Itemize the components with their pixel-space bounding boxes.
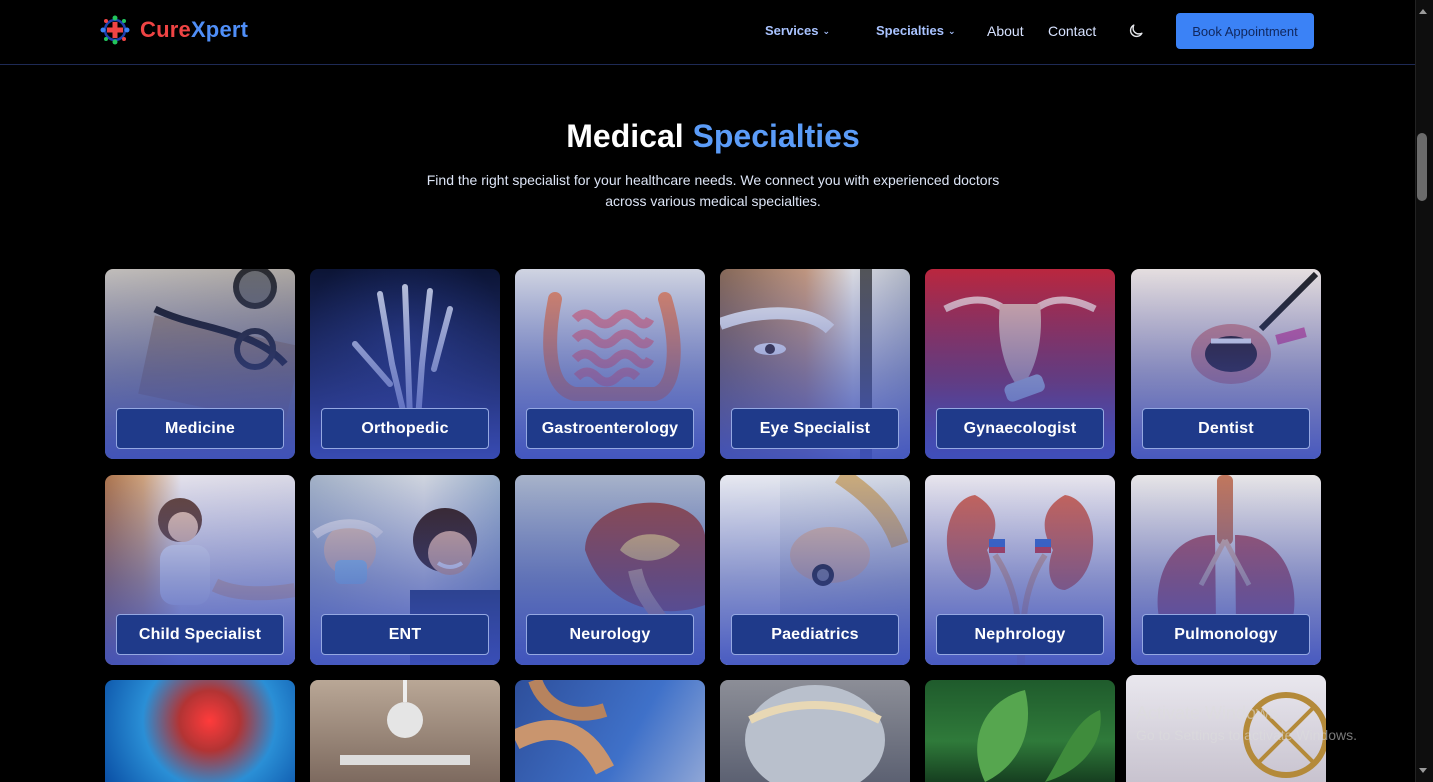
nav-about-link[interactable]: About: [987, 23, 1024, 39]
os-watermark-subtitle: Go to Settings to activate Windows.: [1136, 727, 1357, 743]
book-appointment-button[interactable]: Book Appointment: [1176, 13, 1314, 49]
moon-icon[interactable]: [1127, 22, 1145, 40]
specialty-card-row3-2[interactable]: [310, 680, 500, 782]
nav-services-dropdown[interactable]: Services ⌄: [765, 23, 830, 38]
specialty-label: ENT: [321, 614, 489, 655]
specialty-card-child-specialist[interactable]: Child Specialist: [105, 475, 295, 665]
specialty-card-row3-4[interactable]: [720, 680, 910, 782]
specialty-card-ent[interactable]: ENT: [310, 475, 500, 665]
specialty-card-medicine[interactable]: Medicine: [105, 269, 295, 459]
specialty-card-pulmonology[interactable]: Pulmonology: [1131, 475, 1321, 665]
specialty-label: Pulmonology: [1142, 614, 1310, 655]
nav-specialties-dropdown[interactable]: Specialties ⌄: [876, 23, 955, 38]
specialty-card-eye-specialist[interactable]: Eye Specialist: [720, 269, 910, 459]
nav-services-label: Services: [765, 23, 819, 38]
brand-name: CureXpert: [140, 17, 249, 42]
specialty-card-orthopedic[interactable]: Orthopedic: [310, 269, 500, 459]
os-watermark-title: Activate Windows: [1136, 703, 1279, 723]
specialty-label: Child Specialist: [116, 614, 284, 655]
specialty-label: Gastroenterology: [526, 408, 694, 449]
page-title: Medical Specialties: [566, 118, 860, 154]
scroll-up-arrow-icon[interactable]: [1419, 9, 1427, 14]
brand-logo[interactable]: CureXpert: [100, 15, 248, 45]
specialty-card-row3-1[interactable]: [105, 680, 295, 782]
specialty-label: Gynaecologist: [936, 408, 1104, 449]
specialty-card-gynaecologist[interactable]: Gynaecologist: [925, 269, 1115, 459]
specialty-label: Paediatrics: [731, 614, 899, 655]
page-scrollbar[interactable]: [1415, 0, 1433, 782]
medical-logo-icon: [100, 15, 130, 45]
scrollbar-thumb[interactable]: [1417, 133, 1427, 201]
specialty-label: Orthopedic: [321, 408, 489, 449]
specialty-card-dentist[interactable]: Dentist: [1131, 269, 1321, 459]
page-subtitle: Find the right specialist for your healt…: [426, 172, 1000, 209]
chevron-down-icon: ⌄: [822, 26, 831, 36]
specialty-label: Neurology: [526, 614, 694, 655]
specialty-label: Medicine: [116, 408, 284, 449]
specialty-card-neurology[interactable]: Neurology: [515, 475, 705, 665]
scroll-down-arrow-icon[interactable]: [1419, 768, 1427, 773]
nav-contact-link[interactable]: Contact: [1048, 23, 1096, 39]
specialty-label: Dentist: [1142, 408, 1310, 449]
specialty-card-row3-5[interactable]: [925, 680, 1115, 782]
specialty-label: Eye Specialist: [731, 408, 899, 449]
specialty-label: Nephrology: [936, 614, 1104, 655]
specialty-card-gastroenterology[interactable]: Gastroenterology: [515, 269, 705, 459]
specialty-card-row3-3[interactable]: [515, 680, 705, 782]
specialty-card-nephrology[interactable]: Nephrology: [925, 475, 1115, 665]
top-navbar: CureXpert Services ⌄ Specialties ⌄ About C…: [0, 0, 1415, 65]
chevron-down-icon: ⌄: [947, 26, 956, 36]
nav-specialties-label: Specialties: [876, 23, 944, 38]
specialty-card-paediatrics[interactable]: Paediatrics: [720, 475, 910, 665]
